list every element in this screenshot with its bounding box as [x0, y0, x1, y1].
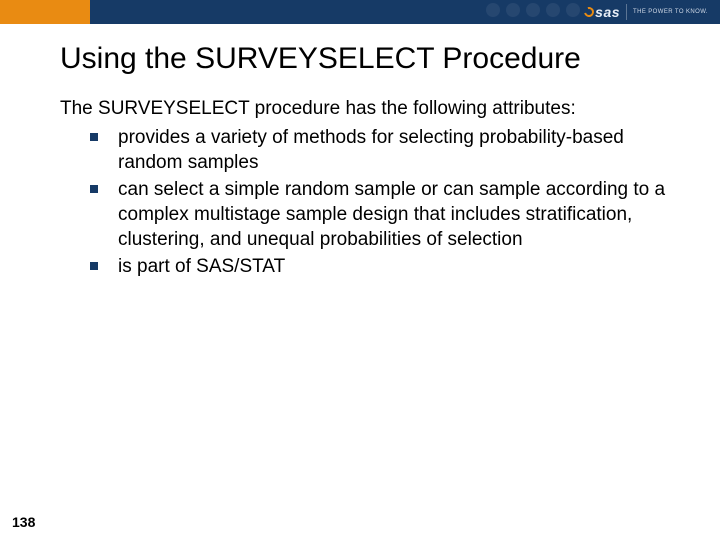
- brand-divider: [626, 4, 627, 20]
- sas-logo-text: sas: [595, 4, 620, 20]
- slide-body: The SURVEYSELECT procedure has the follo…: [60, 96, 680, 280]
- bullet-item: is part of SAS/STAT: [90, 254, 680, 279]
- intro-text: The SURVEYSELECT procedure has the follo…: [60, 96, 680, 121]
- bullet-item: provides a variety of methods for select…: [90, 125, 680, 175]
- sas-logo: sas: [584, 4, 620, 20]
- page-number: 138: [12, 514, 35, 530]
- decorative-dots: [486, 3, 580, 17]
- brand-tagline: THE POWER TO KNOW.: [633, 9, 708, 15]
- bullet-item: can select a simple random sample or can…: [90, 177, 680, 252]
- slide: sas THE POWER TO KNOW. Using the SURVEYS…: [0, 0, 720, 540]
- bullet-list: provides a variety of methods for select…: [90, 125, 680, 279]
- brand-area: sas THE POWER TO KNOW.: [584, 0, 708, 24]
- slide-title: Using the SURVEYSELECT Procedure: [60, 42, 690, 76]
- top-bar: sas THE POWER TO KNOW.: [0, 0, 720, 24]
- sas-swoosh-icon: [582, 5, 596, 19]
- accent-block: [0, 0, 90, 24]
